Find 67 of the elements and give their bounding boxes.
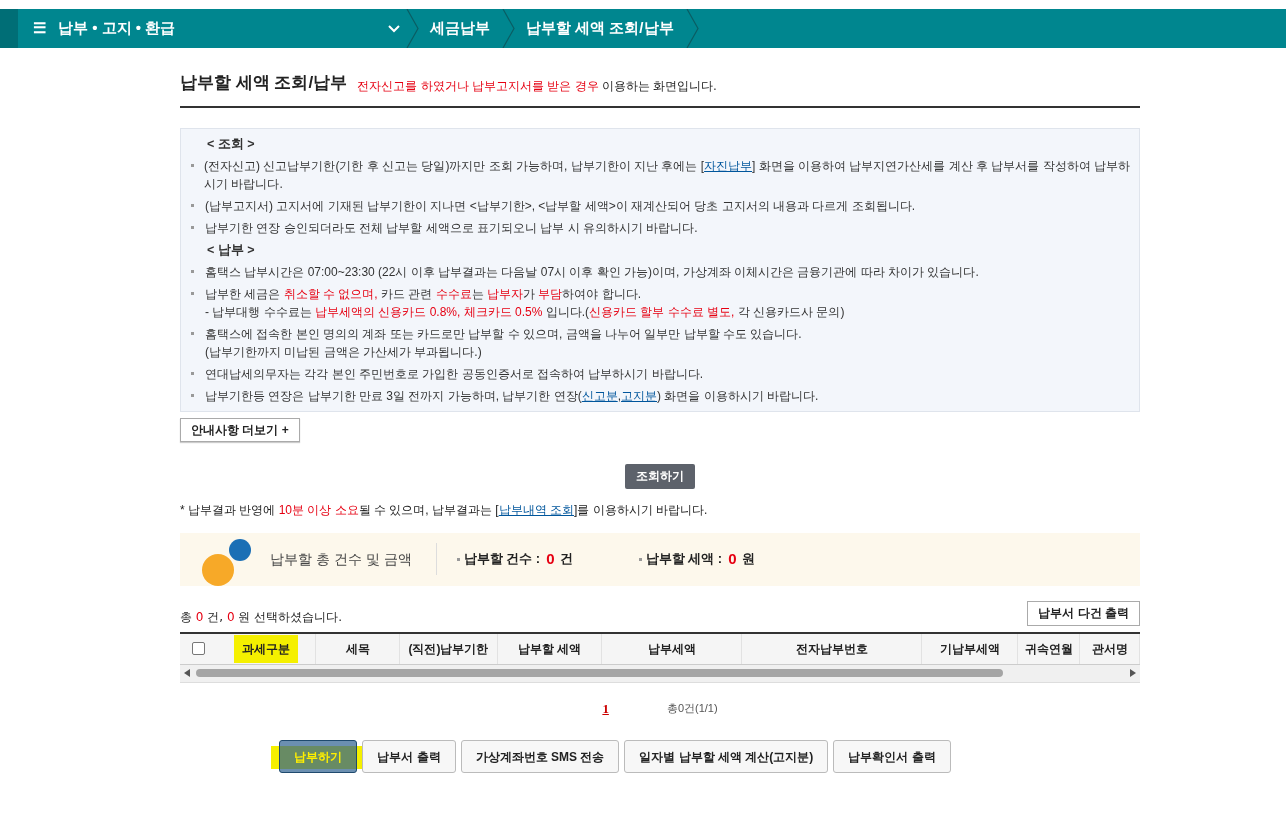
- column-header: 기납부세액: [939, 640, 1000, 658]
- search-button[interactable]: 조회하기: [625, 463, 695, 489]
- link[interactable]: 자진납부: [704, 158, 753, 173]
- notice-text: (전자신고) 신고납부기한(기한 후 신고는 당일)까지만 조회 가능하며, 납부기한이 지난 후에는 [자진납부] 화면을 이용하여 납부지연가산세를 계산 후 납부서를 작성하여 납부하시기 바랍니다.: [204, 157, 1131, 193]
- more-info-button[interactable]: 안내사항 더보기 +: [180, 417, 300, 442]
- notice-text: (납부고지서) 고지서에 기재된 납부기한이 지나면 <납부기한>, <납부할 세액>이 재계산되어 당초 고지서의 내용과 다르게 조회됩니다.: [205, 197, 916, 215]
- action-button[interactable]: 가상계좌번호 SMS 전송: [460, 740, 620, 773]
- bullet-icon: [191, 269, 194, 273]
- column-header: 관서명: [1091, 640, 1128, 658]
- notice-text: 홈택스에 접속한 본인 명의의 계좌 또는 카드로만 납부할 수 있으며, 금액을 나누어 일부만 납부할 수도 있습니다.: [205, 325, 802, 343]
- print-multiple-button[interactable]: 납부서 다건 출력: [1027, 600, 1140, 626]
- scroll-right-icon[interactable]: [1130, 669, 1136, 677]
- breadcrumb-separator-icon: [406, 9, 420, 48]
- page-link[interactable]: 1: [602, 698, 609, 718]
- column-header: 세목: [345, 640, 370, 658]
- bullet-icon: [191, 371, 194, 375]
- summary-title: 납부할 총 건수 및 금액: [270, 549, 412, 569]
- action-button[interactable]: 일자별 납부할 세액 계산(고지분): [624, 740, 829, 773]
- summary-value: 0: [728, 548, 737, 569]
- notice-text: - 납부대행 수수료는 납부세액의 신용카드 0.8%, 체크카드 0.5% 입니다.(신용카드 할부 수수료 별도, 각 신용카드사 문의): [205, 303, 845, 321]
- breadcrumb-separator-icon: [685, 9, 700, 48]
- breadcrumb-item[interactable]: 세금납부: [430, 17, 490, 40]
- page-title: 납부할 세액 조회/납부: [180, 72, 348, 94]
- bullet-icon: [456, 557, 460, 561]
- menu-strip: [0, 9, 18, 48]
- bullet-icon: [191, 225, 194, 229]
- summary-label: 납부할 세액 :: [645, 550, 723, 569]
- bullet-icon: [638, 557, 642, 561]
- chevron-down-icon[interactable]: [388, 24, 400, 33]
- result-note: * 납부결과 반영에 10분 이상 소요될 수 있으며, 납부결과는 [납부내역 조회]를 이용하시기 바랍니다.: [180, 502, 708, 517]
- notice-text: 연대납세의무자는 각각 본인 주민번호로 가입한 공동인증서로 접속하여 납부하시기 바랍니다.: [205, 365, 703, 383]
- column-header: 납부할 세액: [517, 640, 582, 658]
- column-header: 귀속연월: [1024, 640, 1073, 658]
- action-button[interactable]: 납부서 출력: [362, 740, 456, 773]
- bullet-icon: [191, 203, 194, 207]
- notice-section-title: < 납부 >: [207, 241, 256, 259]
- bullet-icon: [191, 163, 194, 167]
- summary-unit: 건: [560, 550, 574, 569]
- summary-label: 납부할 건수 :: [463, 550, 541, 569]
- breadcrumb-separator-icon: [502, 9, 516, 48]
- notice-text: 납부한 세금은 취소할 수 없으며, 카드 관련 수수료는 납부자가 부담하여야 합니다.: [205, 285, 643, 303]
- scroll-left-icon[interactable]: [184, 669, 190, 677]
- page-description: 전자신고를 하였거나 납부고지서를 받은 경우 이용하는 화면입니다.: [357, 78, 717, 93]
- bullet-icon: [191, 331, 194, 335]
- page-summary: 총0건(1/1): [666, 701, 718, 716]
- summary-value: 0: [546, 548, 555, 569]
- notice-text: 납부기한 연장 승인되더라도 전체 납부할 세액으로 표기되오니 납부 시 유의하시기 바랍니다.: [205, 219, 698, 237]
- link[interactable]: 고지분: [621, 388, 658, 403]
- breadcrumb-item[interactable]: 납부할 세액 조회/납부: [526, 17, 674, 40]
- column-header: 납부세액: [647, 640, 696, 658]
- select-all-checkbox[interactable]: [191, 642, 205, 655]
- selection-summary: 총 0 건, 0 원 선택하셨습니다.: [180, 609, 342, 624]
- bullet-icon: [191, 291, 194, 295]
- link[interactable]: 납부내역 조회: [498, 502, 575, 517]
- notice-text: (납부기한까지 미납된 금액은 가산세가 부과됩니다.): [205, 343, 483, 361]
- notice-section-title: < 조회 >: [207, 135, 256, 153]
- column-header: 과세구분: [233, 634, 298, 663]
- action-button[interactable]: 납부확인서 출력: [833, 740, 951, 773]
- notice-text: 납부기한등 연장은 납부기한 만료 3일 전까지 가능하며, 납부기한 연장(신고분,고지분) 화면을 이용하시기 바랍니다.: [205, 387, 819, 405]
- menu-icon[interactable]: ☰: [33, 17, 46, 40]
- menu-title[interactable]: 납부 • 고지 • 환급: [58, 17, 378, 40]
- bullet-icon: [191, 393, 194, 397]
- notice-text: 홈택스 납부시간은 07:00~23:30 (22시 이후 납부결과는 다음날 07시 이후 확인 가능)이며, 가상계좌 이체시간은 금융기관에 따라 차이가 있습니다.: [205, 263, 979, 281]
- column-header: (직전)납부기한: [408, 640, 489, 658]
- column-header: 전자납부번호: [795, 640, 868, 658]
- summary-unit: 원: [742, 550, 756, 569]
- link[interactable]: 신고분: [581, 388, 618, 403]
